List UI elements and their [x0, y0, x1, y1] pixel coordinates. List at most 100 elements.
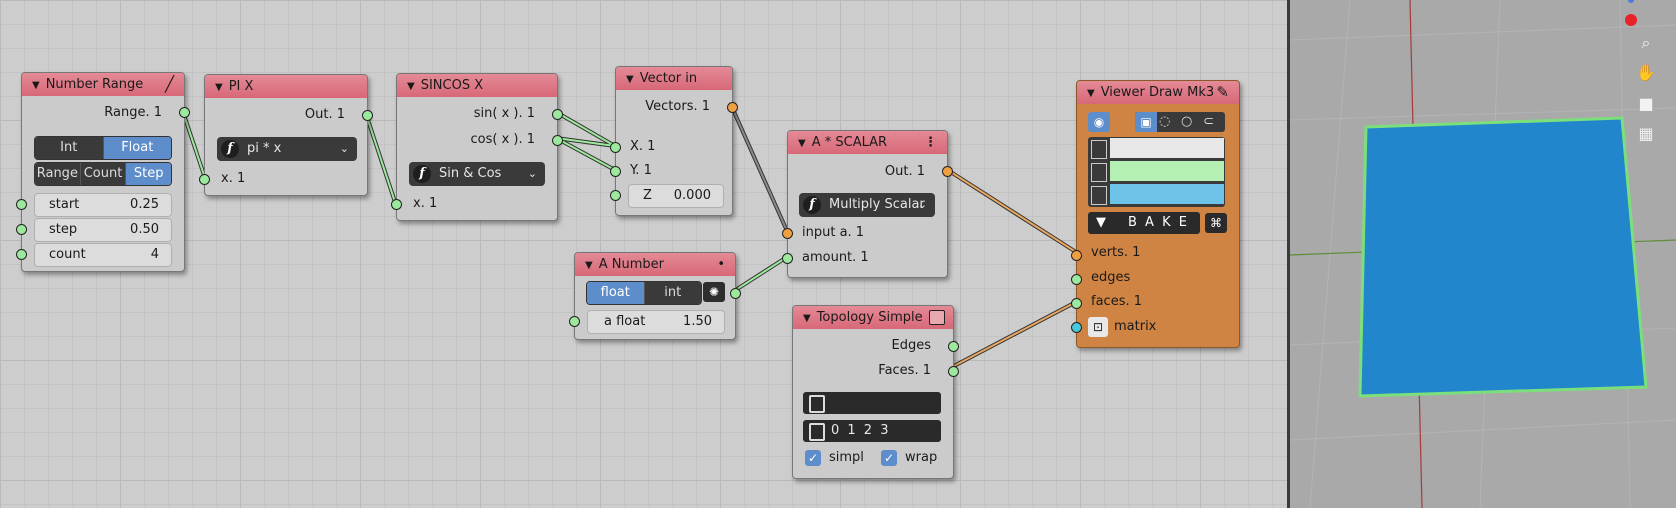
range-tab[interactable]: Range	[35, 163, 81, 185]
input-x-label: x. 1	[413, 196, 438, 211]
bake-button[interactable]: ▼ B A K E	[1088, 212, 1200, 234]
node-viewer-draw[interactable]: ▼ Viewer Draw Mk3 ✎ ◉ ▣ ◌ ○ ⊂ ▼ B A K E ⌘…	[1071, 80, 1240, 348]
step-tab[interactable]: Step	[126, 163, 171, 185]
eye-icon[interactable]: ◉	[1088, 112, 1110, 132]
edge-mode-icon[interactable]: ○	[1181, 112, 1192, 132]
node-header[interactable]: ▼ Vector in	[616, 67, 732, 90]
collapse-triangle-icon[interactable]: ▼	[626, 74, 634, 85]
output-socket-cos[interactable]	[552, 135, 563, 146]
function-dropdown[interactable]: f Sin & Cos ⌄	[409, 162, 545, 186]
function-dropdown[interactable]: f pi * x ⌄	[217, 137, 357, 161]
input-socket-edges[interactable]	[1071, 274, 1082, 285]
mesh-face[interactable]	[1358, 116, 1648, 398]
pencil-icon[interactable]: ✎	[1216, 81, 1229, 104]
input-socket-y[interactable]	[610, 166, 621, 177]
node-header[interactable]: ▼ Number Range ╱	[22, 73, 184, 96]
output-socket-sin[interactable]	[552, 109, 563, 120]
node-topology-simple[interactable]: ▼ Topology Simple Edges Faces. 1 0 1 2 3 …	[792, 305, 959, 479]
collapse-triangle-icon[interactable]: ▼	[215, 82, 223, 93]
input-socket-matrix[interactable]	[1071, 322, 1082, 333]
input-socket-verts[interactable]	[1071, 250, 1082, 261]
node-header[interactable]: ▼ Viewer Draw Mk3 ✎	[1077, 81, 1239, 104]
collapse-triangle-icon[interactable]: ▼	[798, 138, 806, 149]
input-socket-count[interactable]	[16, 249, 27, 260]
float-button[interactable]: float	[587, 282, 645, 304]
output-socket[interactable]	[362, 110, 373, 121]
node-header[interactable]: ▼ PI X	[205, 75, 367, 98]
faces-text-field[interactable]: 0 1 2 3	[803, 420, 941, 442]
vertex-mode-icon[interactable]: ◌	[1159, 112, 1170, 132]
face-color-swatch[interactable]	[1110, 184, 1224, 204]
node-header[interactable]: ▼ Topology Simple	[793, 306, 953, 329]
input-socket-x[interactable]	[391, 199, 402, 210]
step-field[interactable]: step 0.50	[34, 218, 172, 242]
input-socket-z[interactable]	[610, 190, 621, 201]
output-socket-vectors[interactable]	[727, 102, 738, 113]
panel-icon[interactable]	[929, 310, 945, 325]
node-editor[interactable]: ▼ Number Range ╱ Range. 1 Int Float Range…	[0, 0, 1287, 508]
node-pi-x[interactable]: ▼ PI X Out. 1 f pi * x ⌄ x. 1	[199, 74, 373, 196]
collapse-triangle-icon[interactable]: ▼	[1087, 88, 1095, 99]
z-field[interactable]: Z 0.000	[628, 184, 724, 208]
range-mode-toggle[interactable]: Range Count Step	[34, 162, 172, 186]
display-mode-group[interactable]: ▣ ◌ ○ ⊂	[1135, 112, 1225, 132]
wrap-checkbox[interactable]: ✓	[881, 450, 897, 466]
node-vector-in[interactable]: ▼ Vector in Vectors. 1 X. 1 Y. 1 Z 0.000	[610, 66, 738, 216]
3d-viewport[interactable]: ⌕ ✋ ■ ▦	[1290, 0, 1676, 508]
camera-icon[interactable]: ■	[1633, 92, 1659, 116]
simpl-checkbox[interactable]: ✓	[805, 450, 821, 466]
axis-gizmo-x-icon[interactable]	[1625, 14, 1637, 26]
axis-gizmo-z-icon[interactable]	[1628, 0, 1634, 3]
edge-color-swatch[interactable]	[1110, 161, 1224, 181]
mode-toggle[interactable]: Int Float	[34, 136, 172, 160]
node-header[interactable]: ▼ A * SCALAR ⋮	[788, 131, 947, 154]
input-socket-amount[interactable]	[782, 253, 793, 264]
zoom-icon[interactable]: ⌕	[1633, 31, 1659, 55]
collapse-triangle-icon[interactable]: ▼	[803, 313, 811, 324]
node-title: Viewer Draw Mk3	[1100, 85, 1215, 100]
output-socket[interactable]	[942, 166, 953, 177]
output-socket-range[interactable]	[179, 107, 190, 118]
node-header[interactable]: ▼ A Number •	[575, 253, 735, 276]
node-number-range[interactable]: ▼ Number Range ╱ Range. 1 Int Float Range…	[16, 72, 190, 272]
number-type-toggle[interactable]: float int	[586, 281, 702, 305]
node-a-number[interactable]: ▼ A Number • float int ✺ a float 1.50	[569, 252, 741, 340]
a-float-field[interactable]: a float 1.50	[587, 310, 725, 334]
bake-options-icon[interactable]: ⌘	[1205, 213, 1227, 233]
face-mode-icon[interactable]: ⊂	[1203, 112, 1214, 132]
vert-color-swatch[interactable]	[1110, 138, 1224, 158]
count-label: count	[49, 247, 86, 262]
node-header[interactable]: ▼ SINCOS X	[397, 74, 557, 97]
node-a-scalar[interactable]: ▼ A * SCALAR ⋮ Out. 1 f Multiply Scalar ⌄ i…	[782, 130, 953, 278]
int-button[interactable]: int	[644, 282, 701, 304]
start-field[interactable]: start 0.25	[34, 193, 172, 217]
cube-icon[interactable]: ▣	[1135, 112, 1157, 132]
count-field[interactable]: count 4	[34, 243, 172, 267]
hand-icon[interactable]: ✋	[1633, 61, 1659, 85]
mode-float-button[interactable]: Float	[103, 137, 171, 159]
input-socket-a[interactable]	[782, 228, 793, 239]
more-options-icon[interactable]: ⋮	[924, 131, 937, 154]
output-socket[interactable]	[730, 288, 741, 299]
grid-icon[interactable]: ▦	[1633, 122, 1659, 146]
node-sincos-x[interactable]: ▼ SINCOS X sin( x ). 1 cos( x ). 1 f Sin &…	[391, 73, 563, 221]
input-socket-faces[interactable]	[1071, 298, 1082, 309]
collapse-triangle-icon[interactable]: ▼	[32, 80, 40, 91]
matrix-icon[interactable]: ⊡	[1088, 317, 1108, 337]
input-socket-x[interactable]	[610, 142, 621, 153]
output-socket-faces[interactable]	[948, 366, 959, 377]
output-socket-edges[interactable]	[948, 341, 959, 352]
input-socket-step[interactable]	[16, 224, 27, 235]
function-dropdown[interactable]: f Multiply Scalar ⌄	[799, 193, 935, 217]
input-socket-start[interactable]	[16, 199, 27, 210]
edges-text-field[interactable]	[803, 392, 941, 414]
settings-icon[interactable]: ✺	[703, 282, 725, 302]
count-tab[interactable]: Count	[80, 163, 127, 185]
vert-color-icon	[1091, 140, 1107, 159]
input-socket-float[interactable]	[569, 316, 580, 327]
collapse-triangle-icon[interactable]: ▼	[585, 260, 593, 271]
mode-int-button[interactable]: Int	[35, 137, 104, 159]
node-title: SINCOS X	[420, 78, 484, 93]
collapse-triangle-icon[interactable]: ▼	[407, 81, 415, 92]
input-socket-x[interactable]	[199, 174, 210, 185]
